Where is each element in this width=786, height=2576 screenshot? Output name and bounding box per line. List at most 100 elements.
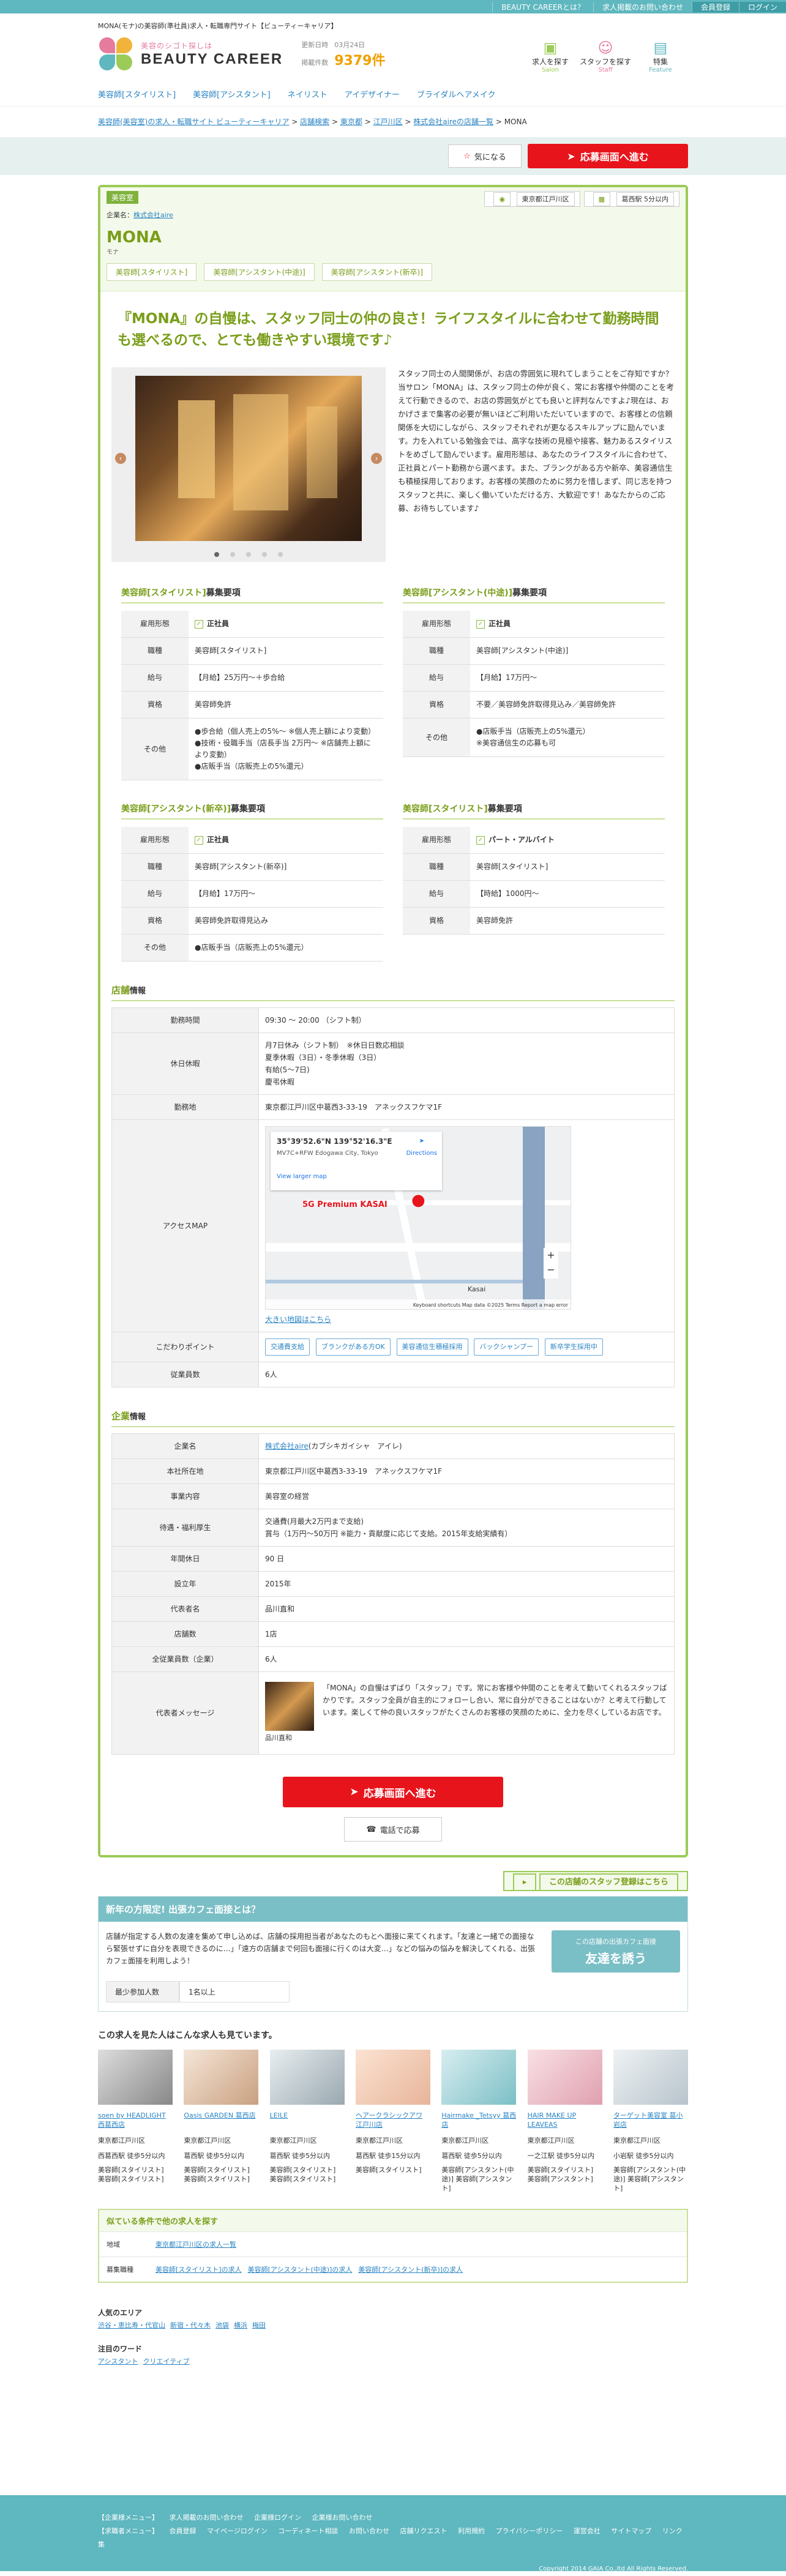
star-icon: ☆ xyxy=(463,151,471,161)
shop-name: MONA xyxy=(107,228,162,247)
similar-item[interactable]: LEILE 東京都江戸川区 葛西駅 徒歩5分以内 美容師[スタイリスト] 美容師[スタ… xyxy=(269,2050,345,2193)
prev-arrow-icon[interactable]: ‹ xyxy=(115,453,126,464)
req-assistant-mid: 美容師[アシスタント(中途)]募集要項 雇用形態 ✓ 正社員 職種 美容師[アシスタン… xyxy=(393,586,675,802)
logo-wordmark: BEAUTY CAREER xyxy=(141,50,283,67)
cafe-interview: 新年の方限定! 出張カフェ面接とは？ 店舗が指定する人数の友達を集めて申し込めば… xyxy=(98,1896,688,2012)
about-link[interactable]: BEAUTY CAREERとは？ xyxy=(492,1,593,12)
intro-section: ‹ › スタッフ同士の人間関係が、お店の雰囲気に現れてしまうことをご存知ですか？… xyxy=(100,351,686,562)
send-icon: ➤ xyxy=(567,150,575,162)
directions-icon: ➤ xyxy=(419,1138,424,1144)
access-map[interactable]: 35°39'52.6"N 139°52'16.3"E MV7C+RFW Edog… xyxy=(265,1126,571,1310)
location-badge: ◉ 東京都江戸川区 xyxy=(484,191,580,207)
req-stylist-fulltime: 美容師[スタイリスト]募集要項 雇用形態 ✓ 正社員 職種 美容師[スタイリスト] 給… xyxy=(111,586,393,802)
copyright: Copyright 2014 GAIA Co.,ltd All Rights R… xyxy=(539,2566,688,2572)
map-station-label: Kasai xyxy=(468,1285,486,1293)
site-subtagline: MONA(モナ)の美容師(準社員)求人・転職専門サイト【ビューティーキャリア】 xyxy=(98,22,338,30)
map-info-box: 35°39'52.6"N 139°52'16.3"E MV7C+RFW Edog… xyxy=(271,1132,442,1190)
check-icon: ✓ xyxy=(476,619,485,629)
favorite-button[interactable]: ☆ 気になる xyxy=(448,144,522,168)
updated-value: 03月24日 xyxy=(334,40,365,49)
larger-map-link[interactable]: View larger map xyxy=(277,1171,436,1183)
staff-icon: ☺ xyxy=(597,39,613,56)
breadcrumb: 美容師(美容室)の求人・転職サイト ビューティーキャリア > 店舗検索 > 東京… xyxy=(98,118,527,126)
apply-button[interactable]: ➤ 応募画面へ進む xyxy=(528,144,688,168)
top-bar: BEAUTY CAREERとは？ 求人掲載のお問い合わせ 会員登録 ログイン xyxy=(0,0,786,13)
header: 美容のシゴト探しは BEAUTY CAREER 更新日時 03月24日 掲載件数 9… xyxy=(0,31,786,73)
popular-area: 人気のエリア 渋谷・恵比寿・代官山 新宿・代々木 池袋 横浜 梅田 注目のワード アシス… xyxy=(98,2309,266,2365)
inquiry-link[interactable]: 求人掲載のお問い合わせ xyxy=(593,1,692,12)
action-bar: ☆ 気になる ➤ 応募画面へ進む xyxy=(0,137,786,175)
nav-feature[interactable]: ▤ 特集 Feature xyxy=(633,39,688,73)
shop-kana: モナ xyxy=(107,249,119,256)
count-label: 掲載件数 xyxy=(301,58,329,67)
map-pin-icon: ● xyxy=(411,1191,425,1209)
similar-photo xyxy=(441,2050,517,2105)
category-badge: 美容室 xyxy=(107,191,139,204)
owner-photo xyxy=(265,1682,314,1731)
cat-nailist[interactable]: ネイリスト xyxy=(288,88,328,106)
feature-icon: ▤ xyxy=(653,39,668,56)
similar-photo xyxy=(98,2050,173,2105)
similar-item[interactable]: ヘアークラシックアワ 江戸川店 東京都江戸川区 葛西駅 徒歩15分以内 美容師[スタイ… xyxy=(355,2050,430,2193)
corp-link[interactable]: 株式会社aire xyxy=(133,211,173,219)
logo-mark-icon xyxy=(98,36,133,72)
nav-salon[interactable]: ▣ 求人を探す Salon xyxy=(523,39,578,73)
station-badge: ▩ 葛西駅 5分以内 xyxy=(583,191,679,207)
footer: 【企業様メニュー】 求人掲載のお問い合わせ 企業様ログイン 企業様お問い合わせ … xyxy=(0,2495,786,2572)
similar-item[interactable]: HAIR MAKE UP LEAVEAS 東京都江戸川区 一之江駅 徒歩5分以内 美容… xyxy=(527,2050,602,2193)
directions-link[interactable]: ➤ Directions xyxy=(406,1135,437,1160)
invite-friend-button[interactable]: この店舗の出張カフェ面接 友達を誘う xyxy=(552,1930,680,1973)
req-assistant-new: 美容師[アシスタント(新卒)]募集要項 雇用形態 ✓ 正社員 職種 美容師[アシスタン… xyxy=(111,802,393,984)
header-nav: ▣ 求人を探す Salon ☺ スタッフを探す Staff ▤ 特集 Featu… xyxy=(523,39,688,73)
similar-photo xyxy=(184,2050,259,2105)
login-link[interactable]: ログイン xyxy=(738,1,786,12)
similar-photo xyxy=(527,2050,602,2105)
check-icon: ✓ xyxy=(195,619,203,629)
shop-header: 美容室 企業名：株式会社aire MONA モナ 美容師[スタイリスト] 美容師… xyxy=(100,187,686,291)
similar-item[interactable]: ターゲット美容室 葛小岩店 東京都江戸川区 小岩駅 徒歩5分以内 美容師[アシスタント… xyxy=(613,2050,688,2193)
zoom-control[interactable]: + − xyxy=(544,1248,558,1279)
next-arrow-icon[interactable]: › xyxy=(371,453,382,464)
train-icon: ▩ xyxy=(593,192,610,206)
chevron-right-icon: ▸ xyxy=(512,1873,537,1891)
updated-label: 更新日時 xyxy=(301,40,329,49)
store-info: 店舗情報 勤務時間 09:30 〜 20:00 （シフト制） 休日休暇 月7日休み（… xyxy=(100,984,686,1387)
pin-icon: ◉ xyxy=(493,192,511,206)
photo-slider: ‹ › xyxy=(111,367,386,562)
catch-copy: 『MONA』の自慢は、スタッフ同士の仲の良さ！ライフスタイルに合わせて勤務時間も… xyxy=(118,311,659,348)
intro-text: スタッフ同士の人間関係が、お店の雰囲気に現れてしまうことをご存知ですか？当サロン… xyxy=(398,369,675,513)
map-place-label: 5G Premium KASAI xyxy=(302,1200,387,1209)
requirements: 美容師[スタイリスト]募集要項 雇用形態 ✓ 正社員 職種 美容師[スタイリスト] 給… xyxy=(100,562,686,984)
send-icon: ➤ xyxy=(350,1786,359,1798)
category-nav: 美容師[スタイリスト] 美容師[アシスタント] ネイリスト アイデザイナー ブラ… xyxy=(0,73,786,106)
check-icon: ✓ xyxy=(195,835,203,845)
logo[interactable]: 美容のシゴト探しは BEAUTY CAREER xyxy=(98,36,283,72)
apply-button-bottom[interactable]: ➤ 応募画面へ進む xyxy=(283,1777,503,1807)
cat-assistant[interactable]: 美容師[アシスタント] xyxy=(193,88,271,106)
req-stylist-parttime: 美容師[スタイリスト]募集要項 雇用形態 ✓ パート・アルバイト 職種 美容師[スタイ… xyxy=(393,802,675,984)
similar-item[interactable]: soen by HEADLIGHT 西葛西店 東京都江戸川区 西葛西駅 徒歩5分以内… xyxy=(98,2050,173,2193)
phone-icon: ☎ xyxy=(366,1824,376,1834)
register-link[interactable]: 会員登録 xyxy=(691,1,739,12)
job-tags: 美容師[スタイリスト] 美容師[アシスタント(中途)] 美容師[アシスタント(新… xyxy=(107,263,679,281)
similar-photo xyxy=(355,2050,430,2105)
tel-apply-button[interactable]: ☎ 電話で応募 xyxy=(344,1817,442,1842)
big-map-link[interactable]: 大きい地図はこちら xyxy=(265,1315,331,1324)
company-info: 企業情報 企業名 株式会社aire(カブシキガイシャ アイレ) 本社所在地 東京都江… xyxy=(100,1409,686,1755)
check-icon: ✓ xyxy=(476,835,485,845)
count-value: 9379件 xyxy=(334,53,386,69)
company-link[interactable]: 株式会社aire xyxy=(265,1442,309,1450)
similar-photo xyxy=(269,2050,345,2105)
similar-item[interactable]: Hairmake _Tetsyy 葛西店 東京都江戸川区 葛西駅 徒歩5分以内 美容師… xyxy=(441,2050,517,2193)
top-links: BEAUTY CAREERとは？ 求人掲載のお問い合わせ 会員登録 ログイン xyxy=(492,0,786,13)
staff-register-button[interactable]: ▸ この店舗のスタッフ登録はこちら xyxy=(503,1871,688,1891)
similar-search: 似ている条件で他の求人を探す 地域 東京都江戸川区の求人一覧 募集職種 美容師[スタ… xyxy=(98,2209,688,2283)
nav-staff[interactable]: ☺ スタッフを探す Staff xyxy=(578,39,633,73)
cat-bridal[interactable]: ブライダルヘアメイク xyxy=(417,88,496,106)
similar-item[interactable]: Oasis GARDEN 葛西店 東京都江戸川区 葛西駅 徒歩5分以内 美容師[スタイ… xyxy=(184,2050,259,2193)
similar-photo xyxy=(613,2050,688,2105)
salon-icon: ▣ xyxy=(543,39,558,56)
slider-dots xyxy=(120,552,377,557)
cat-stylist[interactable]: 美容師[スタイリスト] xyxy=(98,88,176,106)
cat-eye[interactable]: アイデザイナー xyxy=(345,88,400,106)
